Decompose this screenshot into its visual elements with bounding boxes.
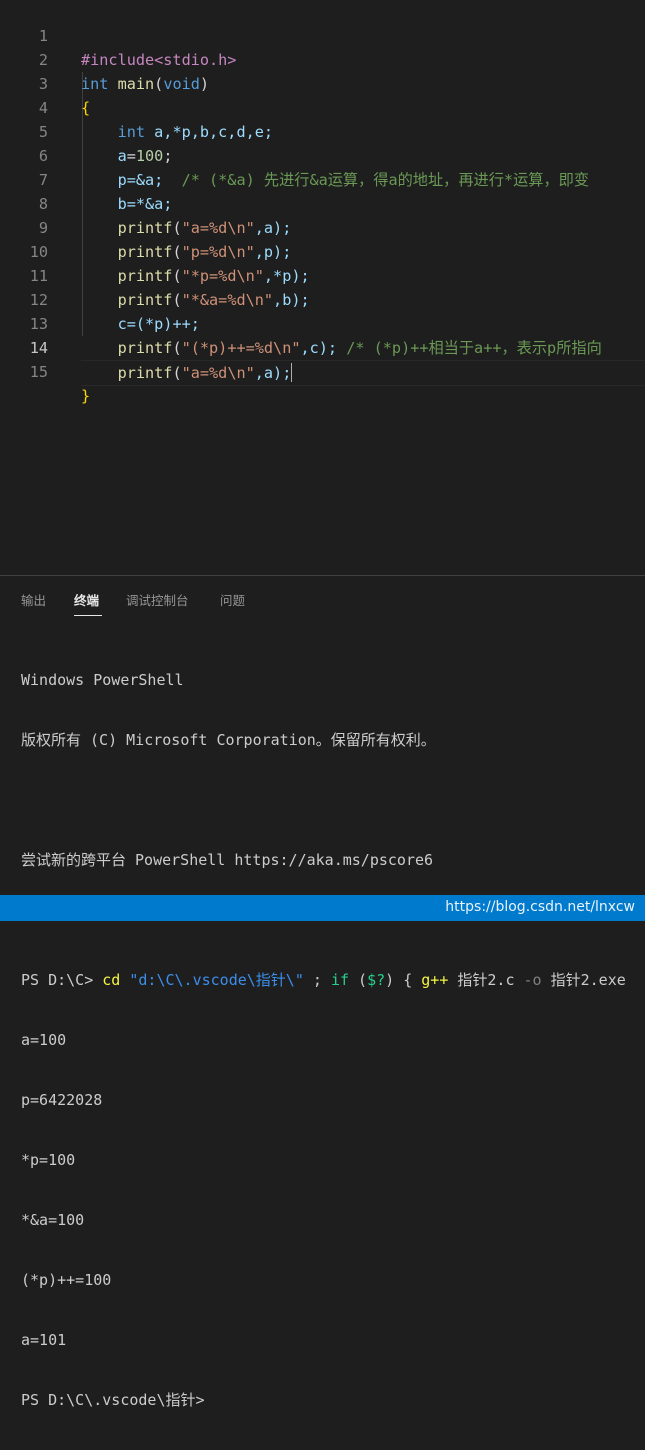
- code-line[interactable]: 10 printf("*p=%d\n",*p);: [0, 216, 645, 285]
- function-call: printf: [117, 364, 173, 382]
- cmd-out: 指针2.exe: [541, 971, 626, 989]
- arguments: ,a);: [254, 364, 292, 382]
- watermark-text: https://blog.csdn.net/lnxcw: [445, 899, 635, 915]
- terminal-line: 版权所有 (C) Microsoft Corporation。保留所有权利。: [21, 731, 436, 749]
- program-output-line: *&a=100: [21, 1211, 85, 1229]
- terminal-blank: [21, 790, 645, 810]
- cmd-cond-open: (: [349, 971, 368, 989]
- code-line[interactable]: 6 p=&a; /* (*&a) 先进行&a运算，得a的地址，再进行*运算，即变: [0, 120, 645, 189]
- text-cursor: [291, 363, 293, 382]
- close-brace: }: [81, 387, 91, 405]
- code-line[interactable]: 4 int a,*p,b,c,d,e;: [0, 72, 645, 141]
- cmd-flag: -o: [523, 971, 542, 989]
- cmd-cd: cd: [102, 971, 121, 989]
- program-output-line: (*p)++=100: [21, 1271, 112, 1289]
- terminal-line: 尝试新的跨平台 PowerShell https://aka.ms/pscore…: [21, 851, 434, 869]
- code-line[interactable]: 7 b=*&a;: [0, 144, 645, 213]
- paren-open: (: [172, 364, 182, 382]
- cmd-path: "d:\C\.vscode\指针\": [120, 971, 304, 989]
- code-line[interactable]: 12 c=(*p)++;: [0, 264, 645, 333]
- code-line[interactable]: 5 a=100;: [0, 96, 645, 165]
- terminal-prompt[interactable]: PS D:\C\.vscode\指针>: [21, 1390, 645, 1410]
- program-output-line: *p=100: [21, 1151, 76, 1169]
- code-line[interactable]: 11 printf("*&a=%d\n",b);: [0, 240, 645, 309]
- terminal-command-line: PS D:\C> cd "d:\C\.vscode\指针\" ; if ($?)…: [21, 970, 645, 990]
- status-bar: https://blog.csdn.net/lnxcw: [0, 895, 645, 921]
- code-editor[interactable]: 1 #include<stdio.h> 2 int main(void) 3 {…: [0, 0, 645, 575]
- tab-output[interactable]: 输出: [21, 590, 46, 609]
- active-tab-indicator: [74, 615, 102, 616]
- code-line[interactable]: 13 printf("(*p)++=%d\n",c); /* (*p)++相当于…: [0, 288, 645, 357]
- code-line[interactable]: 15 }: [0, 336, 645, 405]
- code-line[interactable]: 8 printf("a=%d\n",a);: [0, 168, 645, 237]
- code-line[interactable]: 1 #include<stdio.h>: [0, 0, 645, 69]
- program-output-line: a=100: [21, 1031, 67, 1049]
- tab-terminal[interactable]: 终端: [74, 590, 99, 609]
- terminal-output[interactable]: Windows PowerShell 版权所有 (C) Microsoft Co…: [21, 630, 645, 1450]
- code-line[interactable]: 3 {: [0, 48, 645, 117]
- code-line-current[interactable]: 14 printf("a=%d\n",a);: [0, 312, 645, 386]
- tab-problems[interactable]: 问题: [220, 590, 245, 609]
- code-line[interactable]: 2 int main(void): [0, 24, 645, 93]
- cmd-cond-close: ) {: [385, 971, 422, 989]
- cmd-cond: $?: [367, 971, 386, 989]
- line-number: 15: [29, 363, 48, 381]
- cmd-file: 指针2.c: [448, 971, 524, 989]
- tab-debug-console[interactable]: 调试控制台: [126, 590, 189, 609]
- cmd-separator: ;: [303, 971, 331, 989]
- program-output-line: a=101: [21, 1331, 67, 1349]
- prompt: PS D:\C>: [21, 971, 103, 989]
- cmd-if: if: [330, 971, 350, 989]
- program-output-line: p=6422028: [21, 1091, 103, 1109]
- bottom-panel: 输出 终端 调试控制台 问题 Windows PowerShell 版权所有 (…: [0, 575, 645, 1409]
- string-literal: "a=%d\n": [181, 364, 255, 382]
- cmd-gpp: g++: [421, 971, 449, 989]
- panel-tabs: 输出 终端 调试控制台 问题: [0, 576, 645, 618]
- terminal-line: Windows PowerShell: [21, 671, 184, 689]
- code-line[interactable]: 9 printf("p=%d\n",p);: [0, 192, 645, 261]
